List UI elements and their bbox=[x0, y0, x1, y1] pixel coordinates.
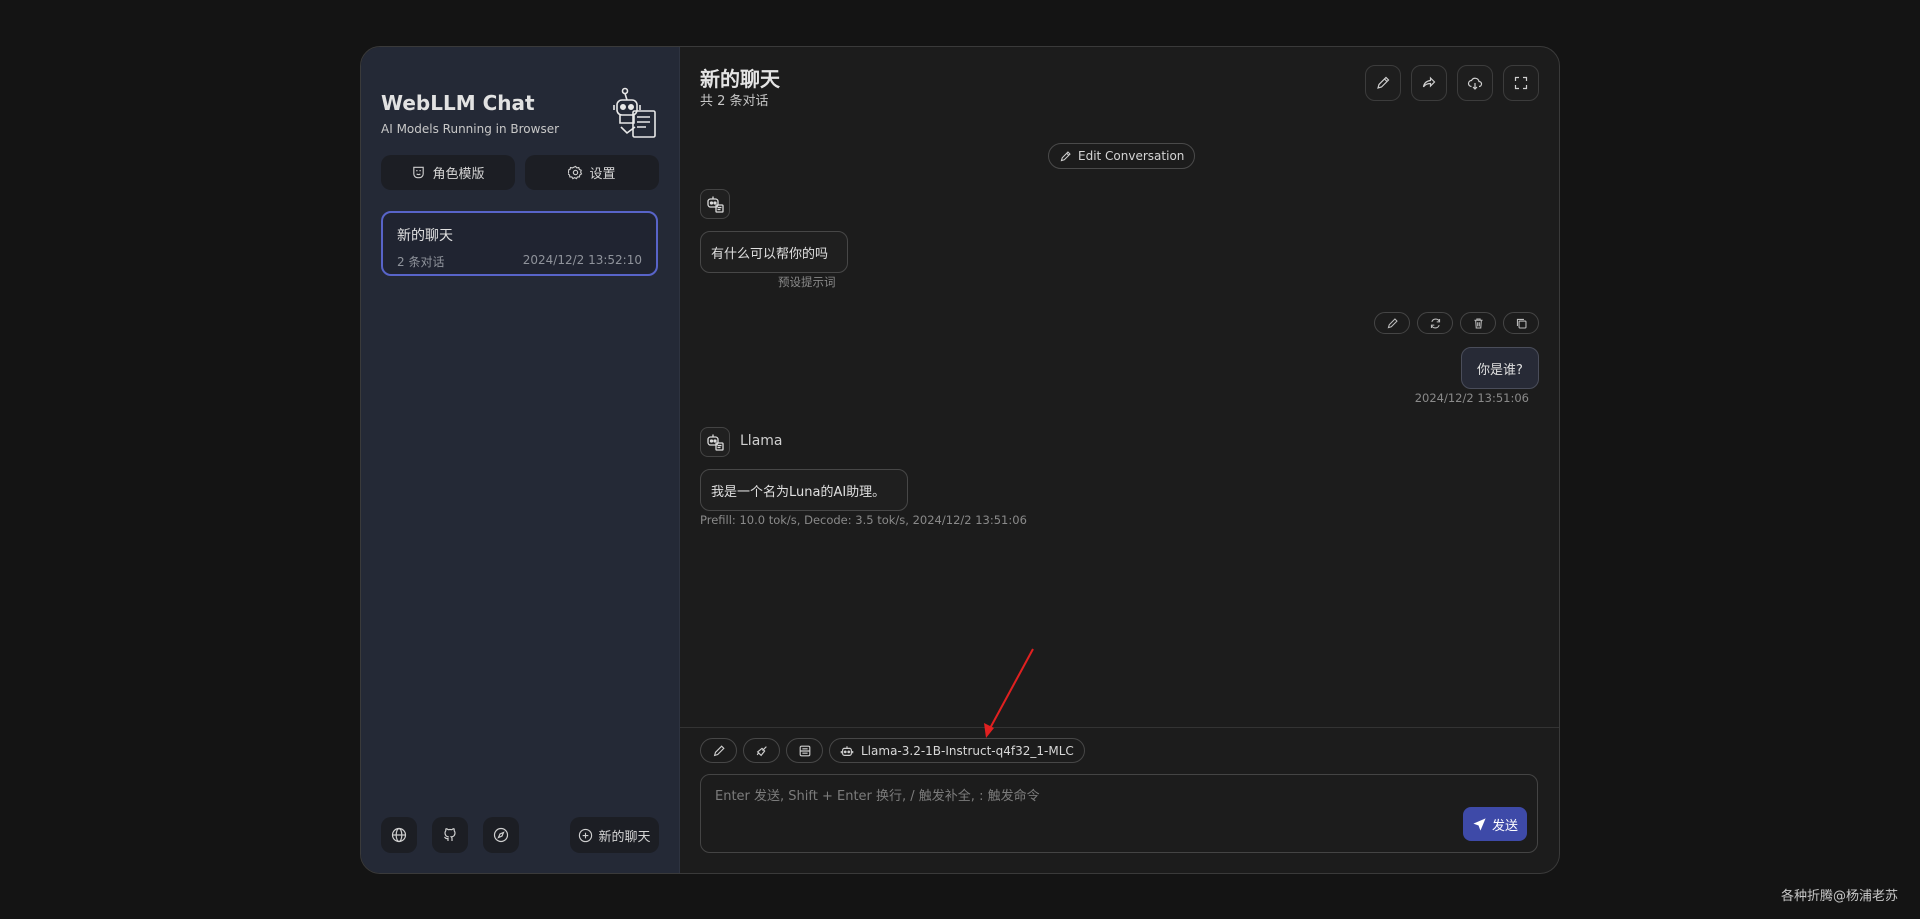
chat-title: 新的聊天 bbox=[700, 67, 780, 91]
discover-button[interactable] bbox=[483, 817, 519, 853]
robot-icon bbox=[840, 745, 854, 756]
github-icon bbox=[444, 828, 456, 841]
chat-main: 新的聊天 共 2 条对话 Edit Conversation 有什么可以帮你的吗… bbox=[680, 47, 1559, 873]
chat-subtitle: 共 2 条对话 bbox=[700, 94, 769, 109]
chat-item-title: 新的聊天 bbox=[397, 228, 453, 244]
sidebar-buttons: 角色模版 设置 bbox=[381, 155, 659, 190]
robot-logo-icon bbox=[613, 87, 656, 138]
clear-context-button[interactable] bbox=[743, 738, 780, 763]
edit-conversation-label: Edit Conversation bbox=[1078, 149, 1185, 163]
plus-circle-icon bbox=[579, 828, 593, 842]
panel-icon bbox=[799, 745, 810, 756]
bot-icon bbox=[707, 434, 724, 451]
edit-conversation-button[interactable]: Edit Conversation bbox=[1048, 143, 1196, 169]
retry-button[interactable] bbox=[1417, 312, 1453, 334]
delete-button[interactable] bbox=[1460, 312, 1496, 334]
prompt-hints-button[interactable] bbox=[700, 738, 737, 763]
pencil-icon bbox=[1060, 150, 1071, 161]
refresh-icon bbox=[1430, 318, 1440, 328]
broom-icon bbox=[756, 745, 767, 756]
message-text: 你是谁? bbox=[1477, 362, 1523, 378]
github-button[interactable] bbox=[432, 817, 468, 853]
chat-list-item[interactable]: 新的聊天 2 条对话 2024/12/2 13:52:10 bbox=[381, 211, 658, 276]
roles-button-label: 角色模版 bbox=[432, 167, 485, 182]
model-selector[interactable]: Llama-3.2-1B-Instruct-q4f32_1-MLC bbox=[829, 738, 1085, 763]
message-meta: Prefill: 10.0 tok/s, Decode: 3.5 tok/s, … bbox=[700, 513, 1027, 527]
send-button[interactable]: 发送 bbox=[1463, 807, 1527, 841]
share-icon bbox=[1422, 76, 1436, 88]
share-button[interactable] bbox=[1411, 65, 1447, 101]
chat-item-time: 2024/12/2 13:52:10 bbox=[522, 253, 642, 267]
compass-icon bbox=[493, 827, 509, 843]
gear-icon bbox=[568, 165, 583, 180]
assistant-avatar bbox=[700, 189, 730, 219]
input-toolbar: Llama-3.2-1B-Instruct-q4f32_1-MLC bbox=[700, 738, 1085, 763]
sidebar-footer: 新的聊天 bbox=[381, 817, 659, 853]
language-button[interactable] bbox=[381, 817, 417, 853]
app-window: WebLLM Chat AI Models Running in Browser bbox=[360, 46, 1560, 874]
send-icon bbox=[1473, 817, 1486, 831]
cloud-download-icon bbox=[1467, 77, 1483, 90]
mask-icon bbox=[413, 166, 425, 179]
pencil-icon bbox=[1387, 317, 1398, 328]
message-meta: 预设提示词 bbox=[778, 275, 836, 289]
new-chat-label: 新的聊天 bbox=[598, 829, 651, 845]
trash-icon bbox=[1473, 318, 1483, 328]
export-button[interactable] bbox=[1457, 65, 1493, 101]
message-bubble-assistant: 我是一个名为Luna的AI助理。 bbox=[700, 469, 908, 511]
roles-button[interactable]: 角色模版 bbox=[381, 155, 515, 190]
pencil-icon bbox=[1377, 76, 1390, 89]
send-button-label: 发送 bbox=[1491, 818, 1518, 834]
message-text: 我是一个名为Luna的AI助理。 bbox=[711, 484, 886, 500]
watermark: 各种折腾@杨浦老苏 bbox=[1780, 889, 1898, 904]
copy-button[interactable] bbox=[1503, 312, 1539, 334]
settings-button-label: 设置 bbox=[589, 167, 616, 182]
chat-input-box: 发送 bbox=[700, 774, 1538, 853]
pencil-icon bbox=[713, 744, 725, 756]
edit-message-button[interactable] bbox=[1374, 312, 1410, 334]
model-name: Llama-3.2-1B-Instruct-q4f32_1-MLC bbox=[861, 743, 1074, 758]
chat-item-count: 2 条对话 bbox=[397, 255, 445, 269]
fullscreen-button[interactable] bbox=[1503, 65, 1539, 101]
rename-button[interactable] bbox=[1365, 65, 1401, 101]
sender-name: Llama bbox=[740, 433, 783, 449]
copy-icon bbox=[1516, 318, 1526, 328]
chat-header-actions bbox=[1365, 65, 1539, 101]
chat-input[interactable] bbox=[701, 775, 1537, 852]
sidebar-header: WebLLM Chat AI Models Running in Browser bbox=[381, 87, 659, 147]
message-bubble-assistant: 有什么可以帮你的吗 bbox=[700, 231, 848, 273]
layout-toggle-button[interactable] bbox=[786, 738, 823, 763]
message-actions bbox=[1374, 312, 1539, 334]
assistant-avatar bbox=[700, 427, 730, 457]
input-divider bbox=[680, 727, 1559, 728]
expand-icon bbox=[1514, 76, 1528, 90]
settings-button[interactable]: 设置 bbox=[525, 155, 659, 190]
app-subtitle: AI Models Running in Browser bbox=[381, 122, 560, 136]
globe-icon bbox=[391, 827, 407, 843]
app-title: WebLLM Chat bbox=[381, 91, 535, 115]
new-chat-button[interactable]: 新的聊天 bbox=[570, 817, 659, 853]
sidebar: WebLLM Chat AI Models Running in Browser bbox=[361, 47, 680, 873]
message-bubble-user: 你是谁? bbox=[1461, 347, 1539, 389]
message-text: 有什么可以帮你的吗 bbox=[711, 246, 829, 262]
bot-icon bbox=[707, 196, 724, 213]
message-meta: 2024/12/2 13:51:06 bbox=[1414, 391, 1529, 405]
